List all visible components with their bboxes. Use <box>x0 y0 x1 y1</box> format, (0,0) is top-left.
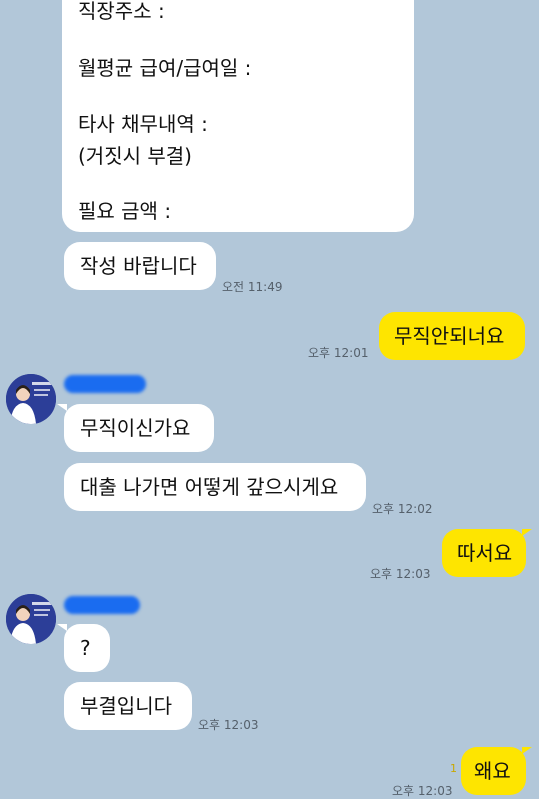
message-timestamp: 오전 11:49 <box>222 280 283 294</box>
form-message-bubble: 직장주소 : 월평균 급여/급여일 : 타사 채무내역 : (거짓시 부결) 필… <box>62 0 414 232</box>
message-text: 무직안되너요 <box>394 324 505 348</box>
message-timestamp: 오후 12:02 <box>372 502 433 516</box>
sender-name-redaction <box>64 375 146 393</box>
message-bubble: 대출 나가면 어떻게 갚으시게요 <box>64 463 366 511</box>
message-text: 따서요 <box>457 541 513 565</box>
message-text: 작성 바랍니다 <box>80 254 197 278</box>
bubble-tail <box>57 624 67 631</box>
form-line-salary: 월평균 급여/급여일 : <box>78 56 252 80</box>
message-bubble: ? <box>64 624 110 672</box>
message-bubble: 작성 바랍니다 <box>64 242 216 290</box>
my-message-bubble: 왜요 <box>461 747 526 795</box>
message-text: ? <box>80 636 91 660</box>
message-timestamp: 오후 12:03 <box>198 718 259 732</box>
bubble-tail <box>522 747 532 754</box>
profile-avatar-icon[interactable] <box>6 374 56 424</box>
form-line-debt: 타사 채무내역 : <box>78 112 208 136</box>
message-text: 부결입니다 <box>80 694 172 718</box>
message-bubble: 무직이신가요 <box>64 404 214 452</box>
message-text: 왜요 <box>474 759 511 783</box>
message-timestamp: 오후 12:01 <box>308 346 369 360</box>
message-text: 무직이신가요 <box>80 416 191 440</box>
message-text: 대출 나가면 어떻게 갚으시게요 <box>80 475 339 499</box>
profile-avatar-icon[interactable] <box>6 594 56 644</box>
form-line-address: 직장주소 : <box>78 0 165 23</box>
message-timestamp: 오후 12:03 <box>370 567 431 581</box>
form-line-amount: 필요 금액 : <box>78 199 172 223</box>
form-line-warning: (거짓시 부결) <box>78 144 192 168</box>
bubble-tail <box>522 529 532 536</box>
bubble-tail <box>57 404 67 411</box>
my-message-bubble: 따서요 <box>442 529 526 577</box>
sender-name-redaction <box>64 596 140 614</box>
message-bubble: 부결입니다 <box>64 682 192 730</box>
unread-count: 1 <box>450 762 457 775</box>
my-message-bubble: 무직안되너요 <box>379 312 525 360</box>
message-timestamp: 오후 12:03 <box>392 784 453 798</box>
